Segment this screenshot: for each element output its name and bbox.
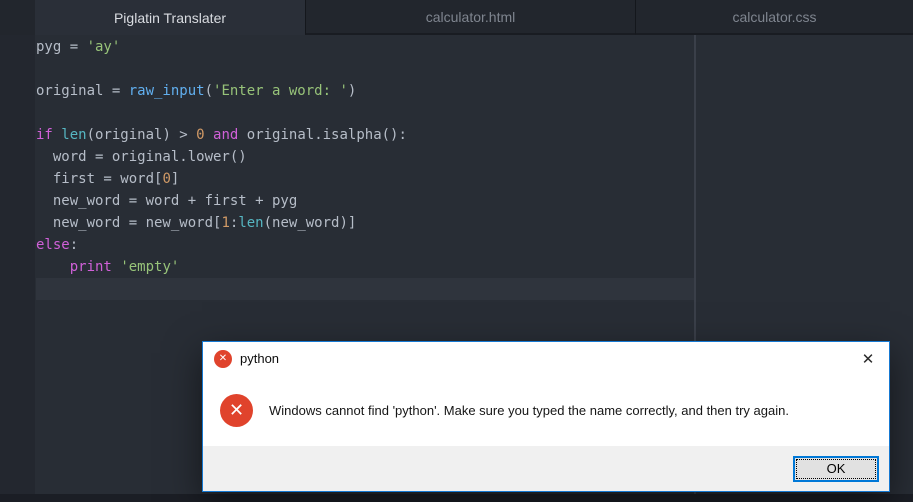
tab-label: calculator.css [732, 8, 817, 25]
error-icon: ✕ [214, 349, 232, 368]
dialog-footer: OK [203, 446, 889, 491]
ok-button[interactable]: OK [793, 455, 879, 482]
code-line: original = raw_input('Enter a word: ') [36, 83, 357, 99]
error-icon-glyph: ✕ [228, 400, 245, 421]
error-icon-glyph: ✕ [218, 353, 228, 364]
tab-label: Piglatin Translater [113, 9, 227, 26]
code-line: if len(original) > 0 and original.isalph… [36, 127, 407, 143]
code-line: else: [36, 237, 79, 253]
close-icon[interactable]: ✕ [847, 342, 889, 375]
ok-button-label: OK [826, 461, 846, 476]
code-line: pyg = 'ay' [36, 39, 121, 55]
code-line: print 'empty' [69, 259, 180, 275]
tab-bar: Piglatin Translater calculator.html calc… [0, 0, 913, 35]
dialog-title: python [240, 351, 280, 366]
editor-gutter [0, 35, 35, 494]
tab-bar-spacer [0, 0, 35, 35]
error-dialog: ✕ python ✕ ✕ Windows cannot find 'python… [202, 341, 890, 492]
dialog-message: Windows cannot find 'python'. Make sure … [269, 403, 789, 418]
tab-calculator-html[interactable]: calculator.html [305, 0, 635, 35]
code-line: new_word = word + first + pyg [36, 193, 298, 209]
code-line-current [36, 278, 695, 300]
app-window: Piglatin Translater calculator.html calc… [0, 0, 913, 502]
code-line: new_word = new_word[1:len(new_word)] [36, 215, 357, 231]
code-line: word = original.lower() [36, 149, 247, 165]
error-icon-large: ✕ [220, 394, 253, 427]
dialog-body: ✕ Windows cannot find 'python'. Make sur… [203, 375, 889, 446]
editor-bottom-strip [0, 494, 913, 502]
code-line: first = word[0] [36, 171, 180, 187]
tab-label: calculator.html [425, 8, 516, 25]
tab-piglatin-translater[interactable]: Piglatin Translater [35, 0, 305, 35]
dialog-titlebar[interactable]: ✕ python ✕ [203, 342, 889, 375]
tab-calculator-css[interactable]: calculator.css [635, 0, 913, 35]
code-area[interactable]: pyg = 'ay' original = raw_input('Enter a… [36, 36, 695, 300]
